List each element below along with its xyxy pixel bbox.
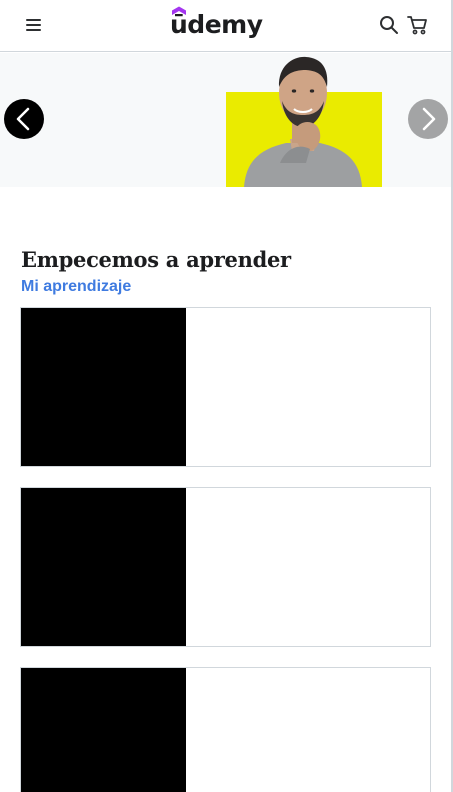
learning-section-title: Empecemos a aprender bbox=[21, 247, 291, 272]
course-card[interactable] bbox=[20, 667, 431, 792]
cart-button[interactable] bbox=[407, 15, 429, 35]
shopping-cart-icon bbox=[407, 16, 427, 35]
search-icon bbox=[380, 16, 398, 34]
chevron-left-icon bbox=[16, 107, 30, 131]
udemy-logo[interactable]: ūdemy bbox=[170, 6, 263, 40]
course-card[interactable] bbox=[20, 307, 431, 467]
course-thumbnail bbox=[21, 668, 186, 792]
course-card-body bbox=[186, 668, 430, 792]
hero-banner bbox=[0, 53, 451, 187]
course-card[interactable] bbox=[20, 487, 431, 647]
course-card-body bbox=[186, 308, 430, 466]
top-header: ūdemy bbox=[0, 0, 451, 52]
search-button[interactable] bbox=[379, 15, 399, 35]
instructor-photo bbox=[244, 56, 362, 187]
carousel-next-button[interactable] bbox=[408, 99, 448, 139]
chevron-right-icon bbox=[422, 107, 436, 131]
carousel-prev-button[interactable] bbox=[4, 99, 44, 139]
logo-wordmark: ūdemy bbox=[170, 10, 263, 39]
course-thumbnail bbox=[21, 308, 186, 466]
course-card-body bbox=[186, 488, 430, 646]
course-thumbnail bbox=[21, 488, 186, 646]
hamburger-menu-icon[interactable] bbox=[26, 18, 42, 32]
my-learning-link[interactable]: Mi aprendizaje bbox=[21, 278, 131, 296]
